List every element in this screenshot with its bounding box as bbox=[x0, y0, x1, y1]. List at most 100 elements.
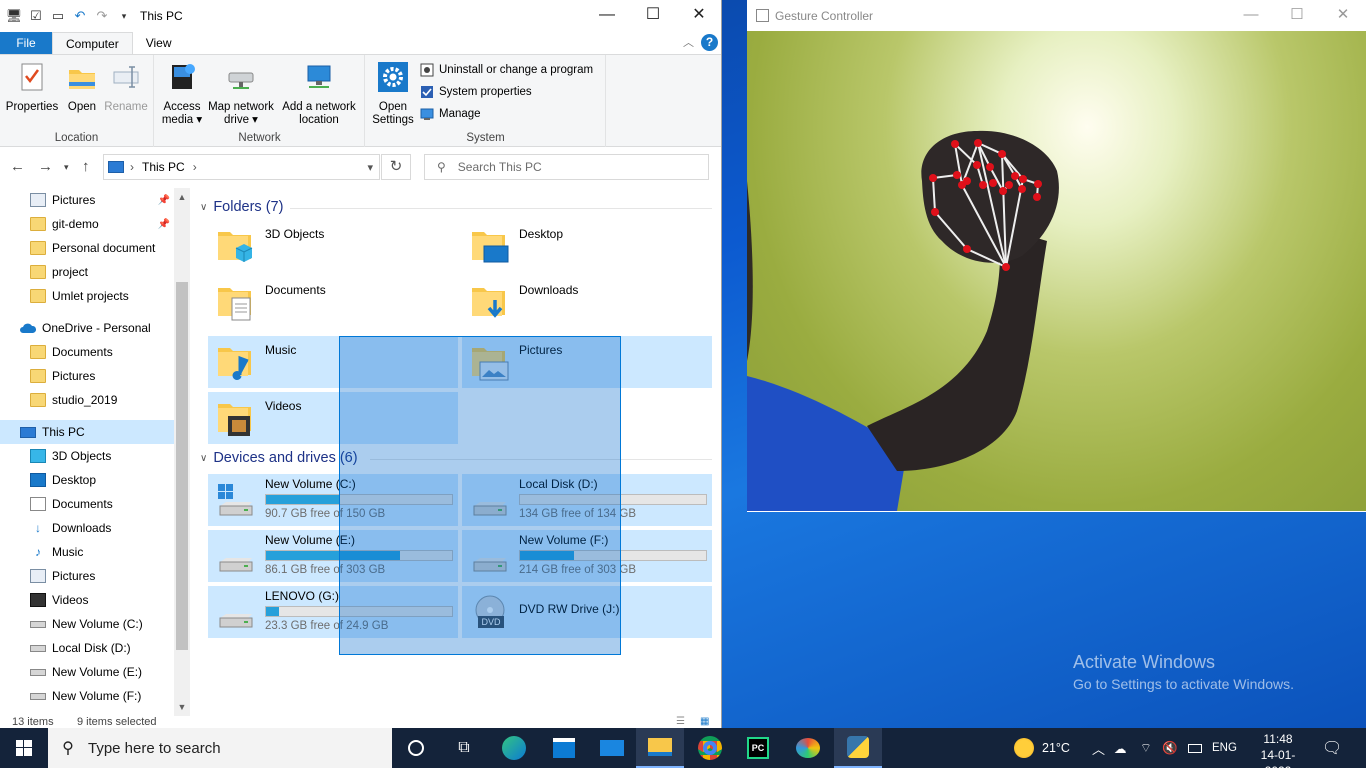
address-dropdown-icon[interactable]: ▾ bbox=[367, 161, 373, 174]
nav-item-umlet-projects[interactable]: Umlet projects bbox=[30, 284, 129, 308]
store-app[interactable] bbox=[540, 728, 588, 768]
nav-item-drive-c[interactable]: New Volume (C:) bbox=[30, 612, 143, 636]
nav-scrollbar[interactable]: ▲ ▼ bbox=[174, 188, 190, 716]
edge-app[interactable] bbox=[490, 728, 538, 768]
weather-widget[interactable]: 21°C bbox=[1014, 728, 1070, 768]
onedrive-tray[interactable]: ☁ bbox=[1114, 728, 1127, 768]
uninstall-program-button[interactable]: Uninstall or change a program bbox=[420, 63, 593, 77]
nav-item-drive-e[interactable]: New Volume (E:) bbox=[30, 660, 142, 684]
redo-icon[interactable]: ↷ bbox=[92, 6, 112, 26]
scroll-down-icon[interactable]: ▼ bbox=[174, 702, 190, 712]
up-arrow-icon[interactable]: ↑ bbox=[82, 158, 90, 175]
breadcrumb-separator[interactable]: › bbox=[193, 160, 197, 174]
add-network-location-button[interactable]: Add a network location bbox=[277, 61, 361, 127]
help-icon[interactable]: ? bbox=[701, 34, 718, 51]
refresh-button[interactable]: ↻ bbox=[381, 154, 411, 180]
taskbar-search-box[interactable]: ⚲ Type here to search bbox=[48, 728, 392, 768]
downloads-folder-icon bbox=[472, 288, 505, 318]
recent-locations-icon[interactable]: ▾ bbox=[64, 162, 69, 173]
scroll-thumb[interactable] bbox=[176, 282, 188, 650]
nav-item-pictures-quick[interactable]: Pictures 📌 bbox=[30, 188, 174, 212]
new-folder-qat-icon[interactable]: ▭ bbox=[48, 6, 68, 26]
pycharm-app[interactable]: PC bbox=[734, 728, 782, 768]
collapse-ribbon-icon[interactable]: ︿ bbox=[683, 34, 694, 50]
clock[interactable]: 11:48 14-01-2022 bbox=[1252, 731, 1304, 768]
properties-qat-icon[interactable]: ☑ bbox=[26, 6, 46, 26]
open-settings-label-2: Settings bbox=[372, 114, 414, 126]
nav-item-project[interactable]: project bbox=[30, 260, 88, 284]
nav-item-personal-document[interactable]: Personal document bbox=[30, 236, 155, 260]
tab-view[interactable]: View bbox=[133, 32, 185, 54]
breadcrumb-this-pc[interactable]: This PC bbox=[142, 160, 185, 174]
folder-tile-downloads[interactable]: Downloads bbox=[462, 276, 712, 328]
tab-computer[interactable]: Computer bbox=[52, 32, 133, 54]
open-settings-button[interactable]: Open Settings bbox=[370, 61, 416, 127]
system-properties-button[interactable]: System properties bbox=[420, 85, 532, 99]
manage-button[interactable]: Manage bbox=[420, 107, 481, 121]
scroll-up-icon[interactable]: ▲ bbox=[174, 192, 190, 202]
nav-item-studio-2019[interactable]: studio_2019 bbox=[30, 388, 117, 412]
nav-item-videos[interactable]: Videos bbox=[30, 588, 88, 612]
nav-item-this-pc[interactable]: This PC bbox=[0, 420, 174, 444]
mail-envelope-icon bbox=[600, 740, 624, 756]
nav-item-drive-f[interactable]: New Volume (F:) bbox=[30, 684, 141, 708]
language-indicator[interactable]: ENG bbox=[1212, 728, 1237, 768]
task-view-button[interactable]: ⧉ bbox=[440, 728, 488, 768]
nav-item-git-demo[interactable]: git-demo 📌 bbox=[30, 212, 174, 236]
nav-item-drive-d[interactable]: Local Disk (D:) bbox=[30, 636, 131, 660]
folder-tile-3d-objects[interactable]: 3D Objects bbox=[208, 220, 458, 272]
action-center-button[interactable]: 🗨 bbox=[1322, 728, 1342, 768]
nav-item-3d-objects[interactable]: 3D Objects bbox=[30, 444, 111, 468]
search-input[interactable]: ⚲ Search This PC bbox=[424, 154, 709, 180]
uninstall-icon bbox=[420, 63, 434, 77]
access-media-button[interactable]: Access media ▾ bbox=[159, 61, 205, 127]
network-tray[interactable]: ⌔ bbox=[1140, 728, 1152, 768]
activate-windows-watermark: Activate Windows Go to Settings to activ… bbox=[1073, 652, 1294, 692]
show-hidden-icons[interactable]: ︿ bbox=[1092, 728, 1105, 768]
undo-icon[interactable]: ↶ bbox=[70, 6, 90, 26]
close-button[interactable]: ✕ bbox=[676, 0, 721, 30]
folder-tile-desktop[interactable]: Desktop bbox=[462, 220, 712, 272]
nav-item-documents[interactable]: Documents bbox=[30, 492, 113, 516]
customize-qat-icon[interactable]: ▾ bbox=[114, 6, 134, 26]
nav-item-downloads[interactable]: ↓ Downloads bbox=[30, 516, 111, 540]
nav-item-music[interactable]: ♪ Music bbox=[30, 540, 83, 564]
file-explorer-app[interactable] bbox=[636, 728, 684, 768]
paint-app[interactable] bbox=[784, 728, 832, 768]
python-app[interactable] bbox=[834, 728, 882, 768]
map-network-drive-button[interactable]: Map network drive ▾ bbox=[205, 61, 277, 127]
properties-button[interactable]: Properties bbox=[4, 61, 60, 114]
mail-app[interactable] bbox=[588, 728, 636, 768]
large-icons-view-icon[interactable]: ▦ bbox=[700, 716, 709, 727]
cortana-button[interactable] bbox=[392, 728, 440, 768]
task-view-icon: ⧉ bbox=[458, 739, 470, 756]
nav-item-desktop[interactable]: Desktop bbox=[30, 468, 96, 492]
minimize-button[interactable]: — bbox=[1228, 0, 1274, 30]
nav-item-onedrive-pictures[interactable]: Pictures bbox=[30, 364, 95, 388]
minimize-button[interactable]: — bbox=[584, 0, 630, 30]
chrome-app[interactable] bbox=[686, 728, 734, 768]
folder-tile-documents[interactable]: Documents bbox=[208, 276, 458, 328]
battery-tray[interactable] bbox=[1188, 728, 1202, 768]
nav-item-onedrive-documents[interactable]: Documents bbox=[30, 340, 113, 364]
music-note-icon: ♪ bbox=[35, 545, 41, 559]
nav-item-pictures[interactable]: Pictures bbox=[30, 564, 95, 588]
nav-label: This PC bbox=[42, 425, 85, 439]
folders-group-header[interactable]: ∨ Folders (7) bbox=[200, 199, 283, 215]
drives-group-header[interactable]: ∨ Devices and drives (6) bbox=[200, 450, 358, 466]
nav-item-onedrive[interactable]: OneDrive - Personal bbox=[20, 316, 151, 340]
tile-label: Downloads bbox=[519, 283, 579, 297]
maximize-button[interactable]: ☐ bbox=[1274, 0, 1320, 30]
pin-icon: 📌 bbox=[157, 194, 170, 206]
address-bar[interactable]: › This PC › ▾ bbox=[103, 154, 380, 180]
open-button[interactable]: Open bbox=[62, 61, 102, 114]
back-arrow-icon[interactable]: ← bbox=[10, 158, 25, 175]
tab-file[interactable]: File bbox=[0, 32, 52, 54]
forward-arrow-icon[interactable]: → bbox=[38, 158, 53, 175]
maximize-button[interactable]: ☐ bbox=[630, 0, 676, 30]
volume-tray[interactable]: 🔇 bbox=[1162, 728, 1178, 768]
close-button[interactable]: ✕ bbox=[1320, 0, 1366, 30]
start-button[interactable] bbox=[0, 728, 48, 768]
rename-button[interactable]: Rename bbox=[102, 61, 150, 114]
details-view-icon[interactable]: ☰ bbox=[676, 716, 685, 727]
